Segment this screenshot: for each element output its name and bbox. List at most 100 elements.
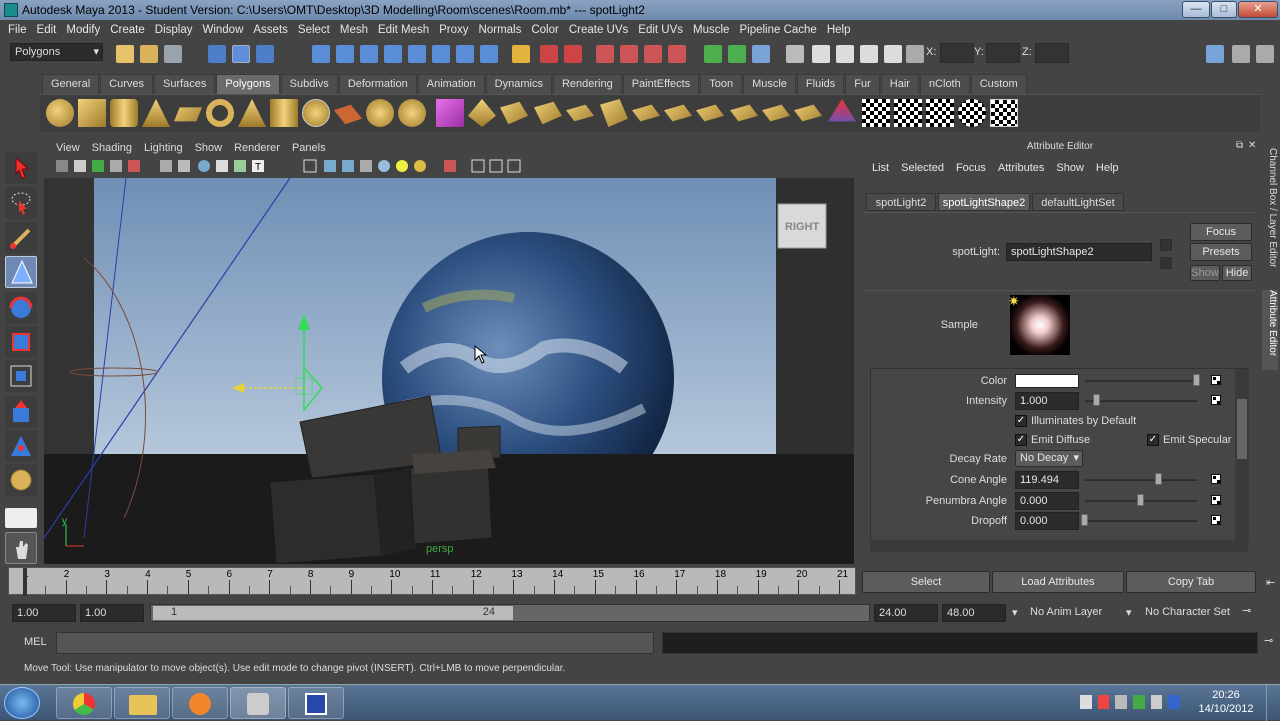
spherical-mapping-icon[interactable] <box>794 104 822 122</box>
poly-cone-icon[interactable] <box>142 99 170 127</box>
focus-button[interactable]: Focus <box>1190 223 1252 241</box>
anim-layer-label[interactable]: No Anim Layer <box>1030 606 1102 618</box>
go-to-input-icon[interactable] <box>1160 239 1172 251</box>
mel-input[interactable] <box>56 632 654 654</box>
playback-start-field[interactable]: 1.00 <box>80 604 144 622</box>
intensity-slider[interactable] <box>1085 400 1197 402</box>
input-ops-icon[interactable] <box>456 45 474 63</box>
color-slider[interactable] <box>1085 380 1197 382</box>
rotate-icon[interactable] <box>860 45 878 63</box>
cone-angle-slider[interactable] <box>1085 479 1197 481</box>
shelf-tab-rendering[interactable]: Rendering <box>552 74 622 94</box>
menu-mesh[interactable]: Mesh <box>338 24 376 36</box>
penumbra-map-button[interactable] <box>1211 495 1221 505</box>
vp-shading-icons[interactable] <box>303 159 426 173</box>
ae-menu-selected[interactable]: Selected <box>895 162 950 174</box>
vp-menu-lighting[interactable]: Lighting <box>138 140 189 156</box>
cone-angle-field[interactable]: 119.494 <box>1015 471 1079 489</box>
y-field[interactable] <box>986 43 1020 63</box>
poly-plane-icon[interactable] <box>174 107 202 122</box>
penumbra-slider-thumb[interactable] <box>1137 494 1144 506</box>
shelf-tab-curves[interactable]: Curves <box>100 74 153 94</box>
merge-icon[interactable] <box>664 104 692 122</box>
show-manipulator-button[interactable] <box>5 430 37 462</box>
vp-menu-view[interactable]: View <box>50 140 86 156</box>
poly-cube-icon[interactable] <box>78 99 106 127</box>
color-slider-thumb[interactable] <box>1193 374 1200 386</box>
character-set-label[interactable]: No Character Set <box>1145 606 1230 618</box>
render-region-icon[interactable] <box>564 45 582 63</box>
viewport-3d[interactable]: RIGHT persp y <box>44 178 854 564</box>
end-time-field[interactable]: 48.00 <box>942 604 1006 622</box>
playback-end-field[interactable]: 24.00 <box>874 604 938 622</box>
output-ops-icon[interactable] <box>480 45 498 63</box>
poly-sphere-icon[interactable] <box>46 99 74 127</box>
select-object-icon[interactable] <box>232 45 250 63</box>
shelf-tab-subdivs[interactable]: Subdivs <box>280 74 338 94</box>
last-tool-button[interactable] <box>5 464 37 496</box>
menu-help[interactable]: Help <box>825 24 859 36</box>
planar-mapping-icon[interactable] <box>730 104 758 122</box>
snap-point-icon[interactable] <box>360 45 378 63</box>
vp-menu-renderer[interactable]: Renderer <box>228 140 286 156</box>
copy-tab-button[interactable]: Copy Tab <box>1126 571 1256 593</box>
channel-box-toggle-icon[interactable] <box>1256 45 1274 63</box>
system-tray[interactable] <box>1080 695 1181 711</box>
go-to-output-icon[interactable] <box>1160 257 1172 269</box>
shelf-tab-custom[interactable]: Custom <box>970 74 1027 94</box>
history-icon[interactable] <box>432 45 450 63</box>
render-settings-icon[interactable] <box>620 45 638 63</box>
start-time-field[interactable]: 1.00 <box>12 604 76 622</box>
uv-snapshot-icon[interactable] <box>990 99 1018 127</box>
layout-single-button[interactable] <box>5 508 37 528</box>
z-field[interactable] <box>1035 43 1069 63</box>
intensity-field[interactable]: 1.000 <box>1015 392 1079 410</box>
hide-button[interactable]: Hide <box>1222 265 1252 281</box>
time-slider[interactable]: 123456789101112131415161718192021 <box>8 567 856 596</box>
shelf-tab-general[interactable]: General <box>42 74 100 94</box>
taskbar-media-player[interactable] <box>172 687 228 719</box>
show-hide-icon[interactable] <box>704 45 722 63</box>
bridge-icon[interactable] <box>500 101 528 125</box>
snap-grid-icon[interactable] <box>312 45 330 63</box>
ae-tab-defaultlightset[interactable]: defaultLightSet <box>1032 193 1124 211</box>
minimize-button[interactable]: — <box>1182 1 1210 18</box>
shelf-tab-painteffects[interactable]: PaintEffects <box>622 74 700 94</box>
uv-sphere-icon[interactable] <box>958 99 986 127</box>
ae-close-icon[interactable]: ✕ <box>1248 140 1256 151</box>
menu-display[interactable]: Display <box>153 24 201 36</box>
move-tool-button[interactable] <box>5 256 37 288</box>
illuminates-checkbox[interactable]: ✓ <box>1015 415 1027 427</box>
load-attributes-button[interactable]: Load Attributes <box>992 571 1124 593</box>
select-component-icon[interactable] <box>256 45 274 63</box>
ae-menu-show[interactable]: Show <box>1050 162 1090 174</box>
menu-muscle[interactable]: Muscle <box>691 24 737 36</box>
penumbra-field[interactable]: 0.000 <box>1015 492 1079 510</box>
ipr-render-icon[interactable] <box>596 45 614 63</box>
bevel-icon[interactable] <box>696 104 724 122</box>
dropoff-map-button[interactable] <box>1211 515 1221 525</box>
input-box-icon[interactable] <box>786 45 804 63</box>
menu-edit[interactable]: Edit <box>35 24 65 36</box>
split-polygon-icon[interactable] <box>566 104 594 122</box>
range-bar[interactable]: 1 24 <box>150 604 870 622</box>
shelf-tab-fur[interactable]: Fur <box>845 74 880 94</box>
render-view-icon[interactable] <box>644 45 662 63</box>
color-swatch[interactable] <box>1015 374 1079 388</box>
taskbar-explorer[interactable] <box>114 687 170 719</box>
network-icon[interactable] <box>1168 695 1181 709</box>
transform-icon[interactable] <box>836 45 854 63</box>
layout-outliner-button[interactable] <box>5 532 37 564</box>
hypershade-icon[interactable] <box>668 45 686 63</box>
script-editor-icon[interactable]: ⊸ <box>1264 634 1273 647</box>
menu-assets[interactable]: Assets <box>251 24 296 36</box>
close-button[interactable]: ✕ <box>1238 1 1278 18</box>
separate-icon[interactable] <box>366 99 394 127</box>
soft-mod-button[interactable] <box>5 396 37 428</box>
snap-curve-icon[interactable] <box>336 45 354 63</box>
emit-specular-checkbox[interactable]: ✓ <box>1147 434 1159 446</box>
shelf-tab-surfaces[interactable]: Surfaces <box>153 74 216 94</box>
taskbar-recorder[interactable] <box>288 687 344 719</box>
dropoff-slider[interactable] <box>1085 520 1197 522</box>
insert-edge-loop-icon[interactable] <box>600 99 628 127</box>
